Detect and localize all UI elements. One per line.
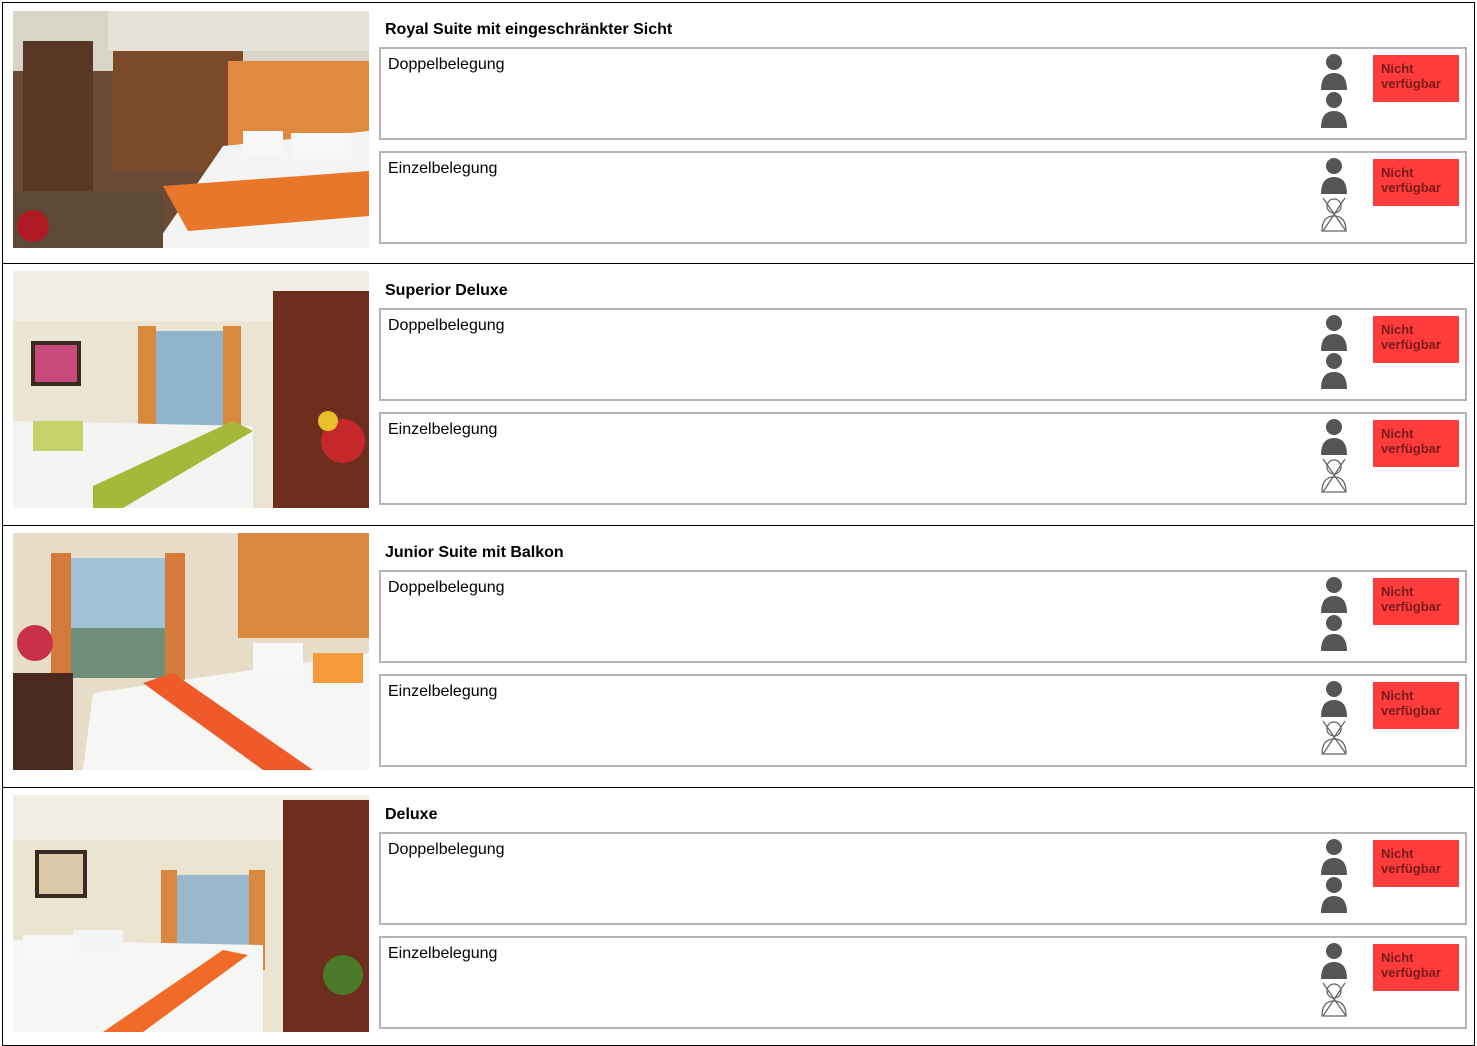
occupancy-label: Doppelbelegung	[388, 56, 505, 73]
person-icon	[1321, 681, 1347, 717]
person-icons	[1318, 53, 1350, 135]
person-icon	[1321, 839, 1347, 875]
deluxe-photo	[13, 795, 369, 1032]
cabin-title: Deluxe	[385, 806, 438, 823]
person-icon	[1321, 158, 1347, 194]
person-icons	[1318, 680, 1350, 762]
cabin-photo[interactable]	[13, 533, 369, 770]
person-icons	[1318, 838, 1350, 920]
status-badge-unavailable: Nicht verfügbar	[1373, 682, 1459, 729]
cabin-photo[interactable]	[13, 11, 369, 248]
occupancy-label: Einzelbelegung	[388, 160, 498, 177]
person-icons	[1318, 576, 1350, 658]
person-icons	[1318, 418, 1350, 500]
occupancy-label: Doppelbelegung	[388, 841, 505, 858]
person-icon	[1321, 943, 1347, 979]
occupancy-option-double[interactable]: Doppelbelegung Nicht verfügbar	[379, 570, 1467, 663]
cabin-row: Royal Suite mit eingeschränkter Sicht Do…	[2, 2, 1475, 264]
person-icon	[1321, 315, 1347, 351]
person-icon	[1321, 54, 1347, 90]
status-badge-unavailable: Nicht verfügbar	[1373, 840, 1459, 887]
status-badge-unavailable: Nicht verfügbar	[1373, 159, 1459, 206]
superior-deluxe-photo	[13, 271, 369, 508]
status-badge-unavailable: Nicht verfügbar	[1373, 55, 1459, 102]
junior-suite-photo	[13, 533, 369, 770]
occupancy-option-single[interactable]: Einzelbelegung Nicht verfügbar	[379, 151, 1467, 244]
no-person-icon	[1321, 982, 1347, 1017]
occupancy-option-single[interactable]: Einzelbelegung Nicht verfügbar	[379, 674, 1467, 767]
royal-suite-photo	[13, 11, 369, 248]
person-icon	[1321, 877, 1347, 913]
cabin-photo[interactable]	[13, 271, 369, 508]
cabin-title: Superior Deluxe	[385, 282, 508, 299]
cabin-title: Junior Suite mit Balkon	[385, 544, 564, 561]
person-icon	[1321, 353, 1347, 389]
person-icons	[1318, 157, 1350, 239]
person-icons	[1318, 942, 1350, 1024]
person-icons	[1318, 314, 1350, 396]
no-person-icon	[1321, 197, 1347, 232]
person-icon	[1321, 615, 1347, 651]
occupancy-label: Einzelbelegung	[388, 421, 498, 438]
person-icon	[1321, 577, 1347, 613]
occupancy-label: Einzelbelegung	[388, 945, 498, 962]
cabin-row: Deluxe Doppelbelegung Nicht verfügbar Ei…	[2, 788, 1475, 1046]
cabin-title: Royal Suite mit eingeschränkter Sicht	[385, 21, 673, 38]
occupancy-option-single[interactable]: Einzelbelegung Nicht verfügbar	[379, 412, 1467, 505]
status-badge-unavailable: Nicht verfügbar	[1373, 316, 1459, 363]
cabin-photo[interactable]	[13, 795, 369, 1032]
cabin-row: Junior Suite mit Balkon Doppelbelegung N…	[2, 526, 1475, 788]
occupancy-option-double[interactable]: Doppelbelegung Nicht verfügbar	[379, 832, 1467, 925]
occupancy-option-double[interactable]: Doppelbelegung Nicht verfügbar	[379, 308, 1467, 401]
occupancy-option-double[interactable]: Doppelbelegung Nicht verfügbar	[379, 47, 1467, 140]
cabin-row: Superior Deluxe Doppelbelegung Nicht ver…	[2, 264, 1475, 526]
occupancy-label: Einzelbelegung	[388, 683, 498, 700]
occupancy-option-single[interactable]: Einzelbelegung Nicht verfügbar	[379, 936, 1467, 1029]
no-person-icon	[1321, 458, 1347, 493]
status-badge-unavailable: Nicht verfügbar	[1373, 578, 1459, 625]
person-icon	[1321, 419, 1347, 455]
status-badge-unavailable: Nicht verfügbar	[1373, 420, 1459, 467]
occupancy-label: Doppelbelegung	[388, 317, 505, 334]
status-badge-unavailable: Nicht verfügbar	[1373, 944, 1459, 991]
no-person-icon	[1321, 720, 1347, 755]
occupancy-label: Doppelbelegung	[388, 579, 505, 596]
person-icon	[1321, 92, 1347, 128]
